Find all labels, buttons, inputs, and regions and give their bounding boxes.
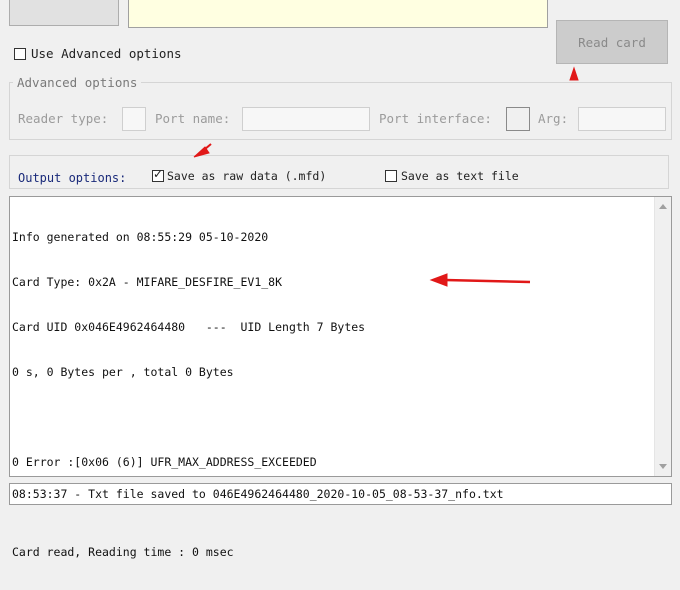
reader-type-label: Reader type:	[18, 111, 109, 126]
use-advanced-option[interactable]: Use Advanced options	[14, 46, 182, 61]
arg-label: Arg:	[538, 111, 569, 126]
port-name-field[interactable]	[242, 107, 370, 131]
info-display-box	[128, 0, 548, 28]
save-text-option[interactable]: Save as text file	[385, 169, 519, 183]
use-advanced-label: Use Advanced options	[31, 46, 182, 61]
log-line: Card UID 0x046E4962464480 --- UID Length…	[12, 320, 366, 334]
status-text: 08:53:37 - Txt file saved to 046E4962464…	[12, 487, 504, 501]
reader-type-field[interactable]	[122, 107, 146, 131]
scroll-up-icon[interactable]	[659, 204, 667, 209]
save-text-label: Save as text file	[401, 169, 519, 183]
log-line: Info generated on 08:55:29 05-10-2020	[12, 230, 269, 244]
top-button[interactable]	[9, 0, 119, 26]
save-raw-label: Save as raw data (.mfd)	[167, 169, 327, 183]
log-line: 0 Error :[0x06 (6)] UFR_MAX_ADDRESS_EXCE…	[12, 455, 317, 469]
log-line: Card read, Reading time : 0 msec	[12, 545, 234, 559]
port-name-label: Port name:	[155, 111, 231, 126]
save-text-checkbox[interactable]	[385, 170, 397, 182]
output-log-textarea[interactable]: Info generated on 08:55:29 05-10-2020 Ca…	[9, 196, 672, 559]
annotation-arrow-icon	[569, 66, 579, 81]
arg-field[interactable]	[578, 107, 666, 131]
read-card-button[interactable]: Read card	[556, 20, 668, 64]
output-options-label: Output options:	[18, 171, 127, 185]
log-line: Card Type: 0x2A - MIFARE_DESFIRE_EV1_8K	[12, 275, 283, 289]
save-raw-option[interactable]: Save as raw data (.mfd)	[152, 167, 327, 183]
output-log-text: Info generated on 08:55:29 05-10-2020 Ca…	[12, 200, 365, 590]
status-bar: 08:53:37 - Txt file saved to 046E4962464…	[9, 483, 672, 505]
save-raw-checkbox[interactable]	[152, 167, 164, 182]
vertical-scrollbar[interactable]	[654, 197, 671, 476]
use-advanced-checkbox[interactable]	[14, 47, 26, 60]
port-interface-label: Port interface:	[379, 111, 492, 126]
port-interface-field[interactable]	[506, 107, 530, 131]
log-line: 0 s, 0 Bytes per , total 0 Bytes	[12, 365, 234, 379]
advanced-options-legend: Advanced options	[13, 75, 142, 90]
scroll-down-icon[interactable]	[659, 464, 667, 469]
